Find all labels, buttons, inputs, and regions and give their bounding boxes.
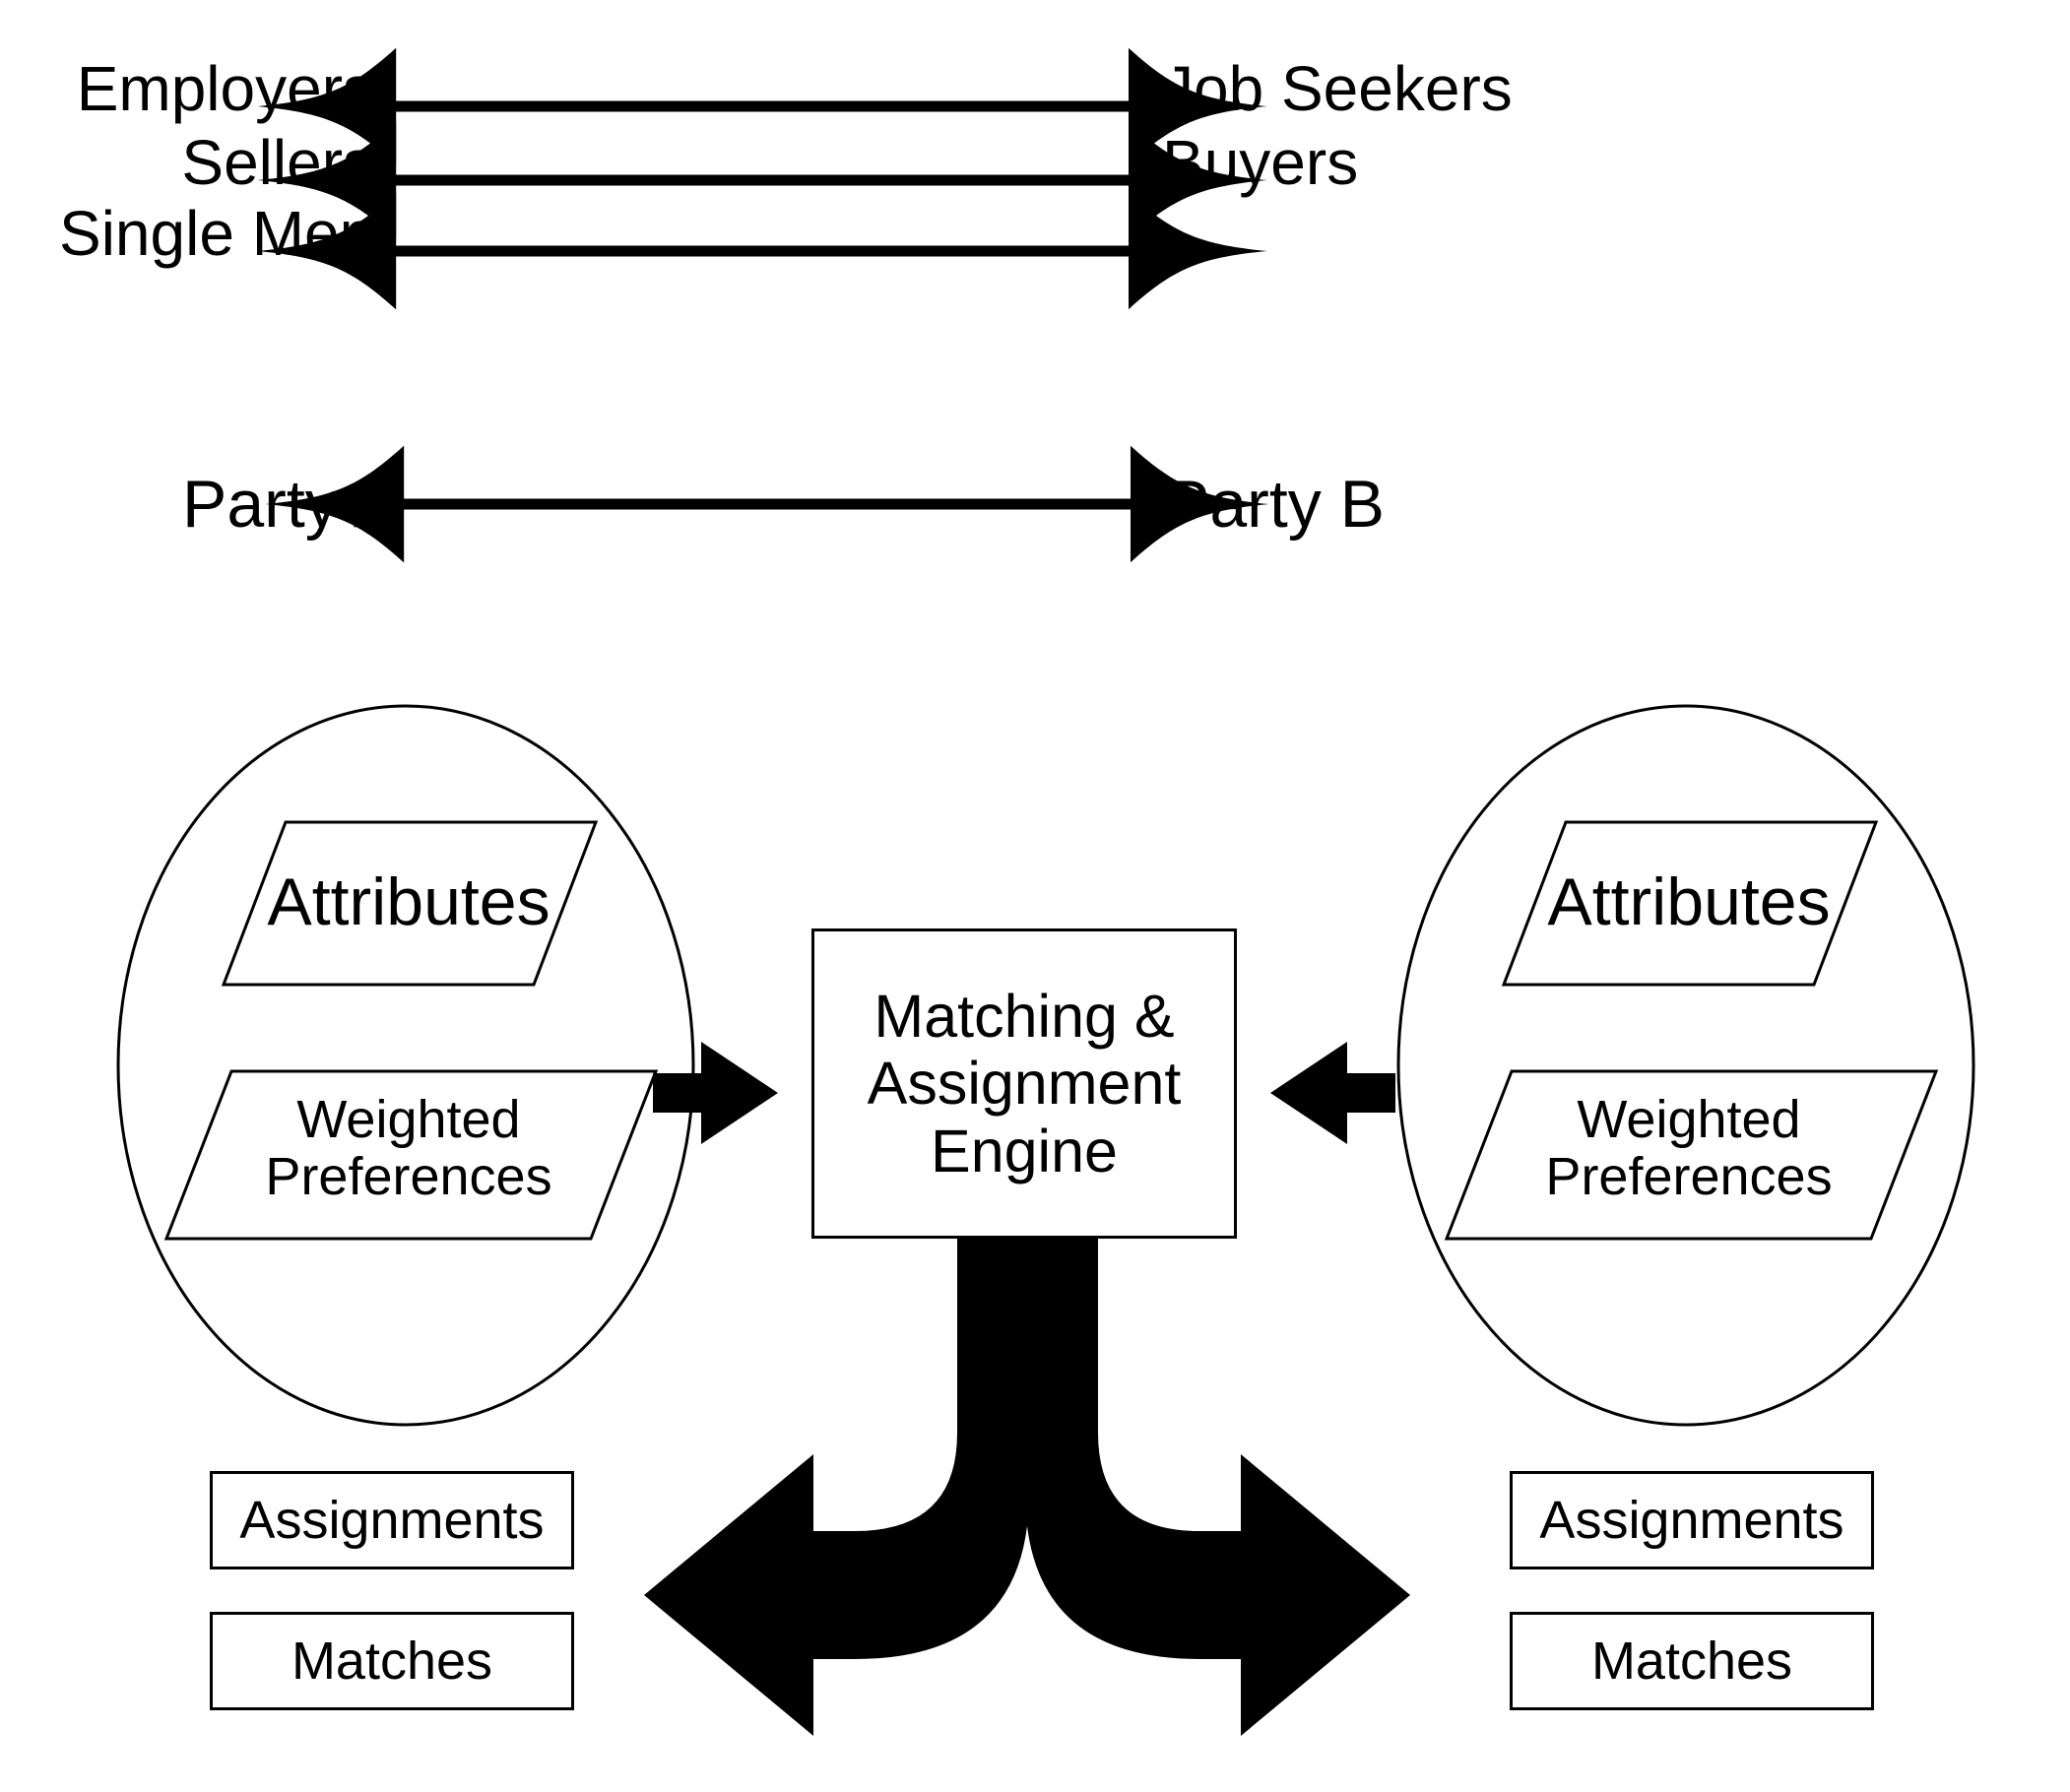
right-attributes-label: Attributes [1547, 864, 1831, 939]
pair-label-left-1: Sellers [181, 127, 374, 198]
left-matches-box[interactable]: Matches [210, 1612, 574, 1710]
left-input-thick-arrow [653, 1042, 778, 1144]
pair-label-right-1: Buyers [1162, 127, 1359, 198]
left-attributes-label: Attributes [267, 864, 550, 939]
engine-label: Matching & Assignment Engine [867, 983, 1182, 1184]
pair-label-left-2: Single Men [59, 198, 375, 269]
party-a-label: Party A [182, 467, 399, 542]
matching-assignment-engine-box[interactable]: Matching & Assignment Engine [811, 928, 1237, 1239]
diagram-canvas: Employers Sellers Single Men Job Seekers… [0, 0, 2070, 1792]
right-assignments-label: Assignments [1539, 1491, 1844, 1550]
right-matches-box[interactable]: Matches [1510, 1612, 1874, 1710]
left-party-ellipse [116, 704, 695, 1427]
pair-label-left-0: Employers [76, 53, 374, 124]
left-matches-label: Matches [291, 1632, 493, 1691]
left-assignments-box[interactable]: Assignments [210, 1471, 574, 1569]
party-b-label: Party B [1165, 467, 1385, 542]
right-preferences-label: Weighted Preferences [1545, 1090, 1833, 1207]
right-input-thick-arrow [1270, 1042, 1395, 1144]
right-party-ellipse [1396, 704, 1975, 1427]
engine-output-forked-arrow [644, 1236, 1410, 1736]
right-matches-label: Matches [1590, 1632, 1793, 1691]
left-preferences-label: Weighted Preferences [265, 1090, 552, 1207]
right-assignments-box[interactable]: Assignments [1510, 1471, 1874, 1569]
pair-label-right-0: Job Seekers [1162, 53, 1513, 124]
pair-arrows [257, 47, 1267, 310]
left-assignments-label: Assignments [239, 1491, 545, 1550]
